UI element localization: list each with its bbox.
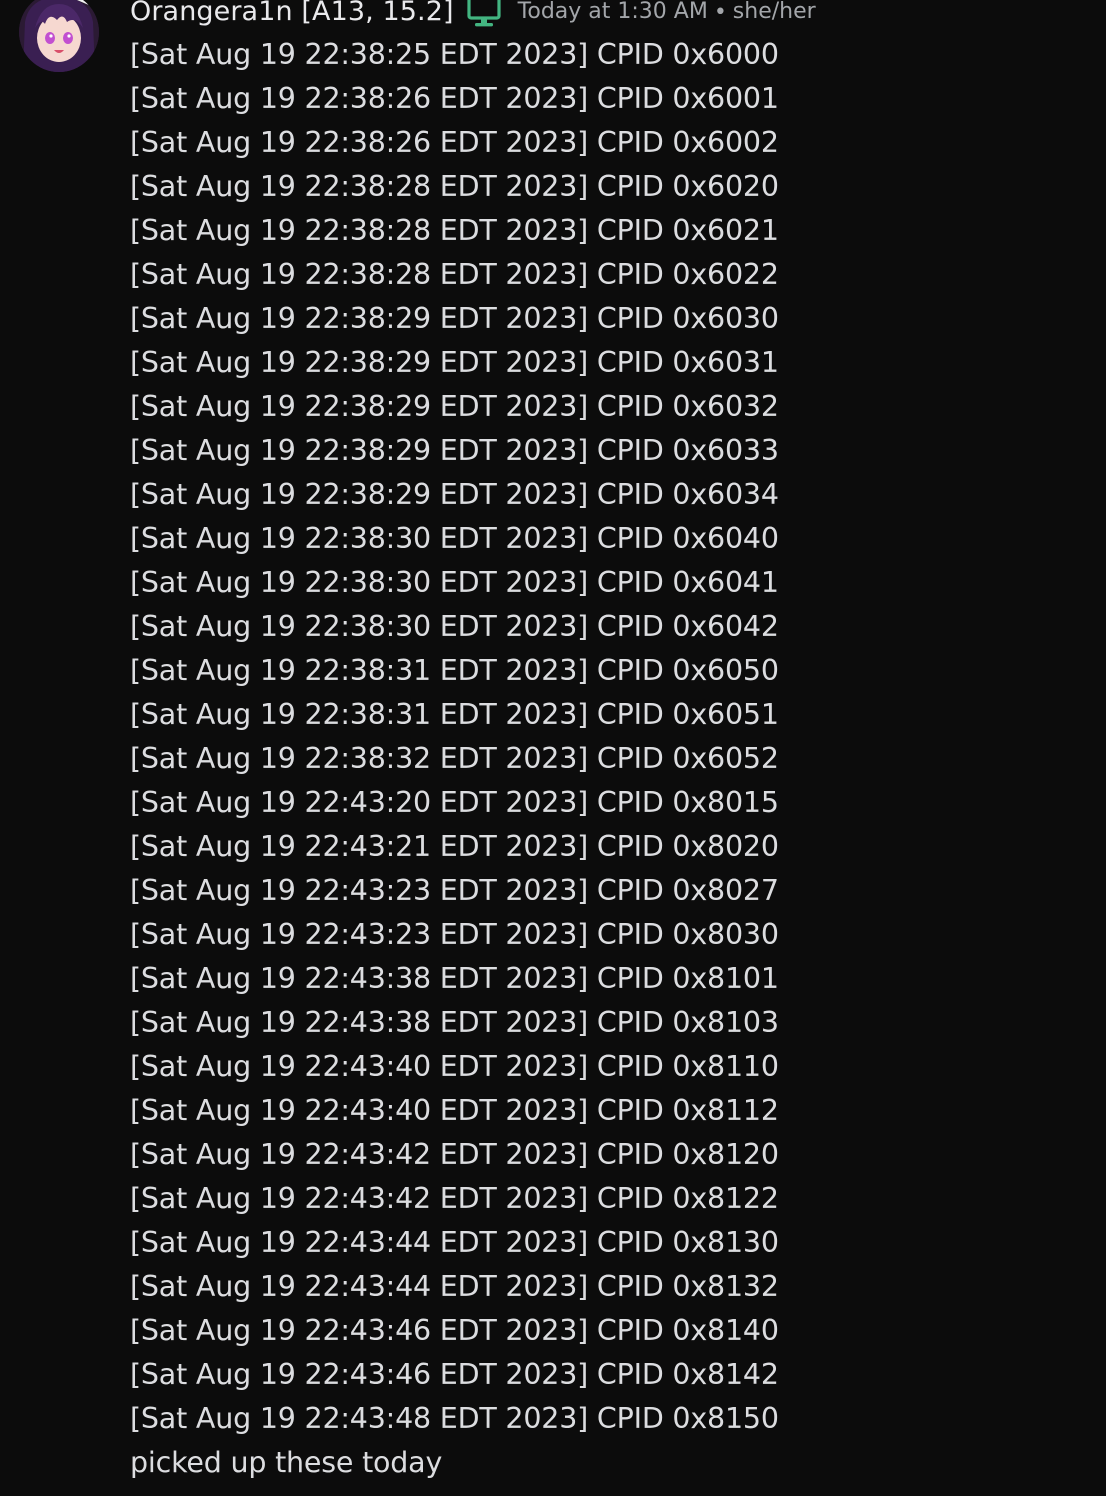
log-line: [Sat Aug 19 22:38:31 EDT 2023] CPID 0x60…	[130, 698, 779, 731]
chat-message: Orangera1n [A13, 15.2] Today at 1:30 AM …	[0, 0, 1106, 1496]
username[interactable]: Orangera1n [A13, 15.2]	[130, 0, 454, 32]
log-line: [Sat Aug 19 22:43:23 EDT 2023] CPID 0x80…	[130, 874, 779, 907]
log-line: [Sat Aug 19 22:38:29 EDT 2023] CPID 0x60…	[130, 346, 779, 379]
pronouns: she/her	[732, 0, 816, 24]
log-line: [Sat Aug 19 22:43:23 EDT 2023] CPID 0x80…	[130, 918, 779, 951]
message-content: [Sat Aug 19 22:38:25 EDT 2023] CPID 0x60…	[130, 33, 1090, 1485]
log-line: [Sat Aug 19 22:43:44 EDT 2023] CPID 0x81…	[130, 1226, 779, 1259]
avatar[interactable]	[19, 0, 99, 72]
log-line: [Sat Aug 19 22:43:40 EDT 2023] CPID 0x81…	[130, 1050, 779, 1083]
log-line: [Sat Aug 19 22:38:28 EDT 2023] CPID 0x60…	[130, 170, 779, 203]
log-line: [Sat Aug 19 22:38:29 EDT 2023] CPID 0x60…	[130, 478, 779, 511]
anime-avatar-icon	[19, 0, 99, 72]
log-line: [Sat Aug 19 22:43:20 EDT 2023] CPID 0x80…	[130, 786, 779, 819]
log-line: [Sat Aug 19 22:38:25 EDT 2023] CPID 0x60…	[130, 38, 779, 71]
message-caption: picked up these today	[130, 1446, 443, 1479]
log-line: [Sat Aug 19 22:43:40 EDT 2023] CPID 0x81…	[130, 1094, 779, 1127]
separator-dot: •	[713, 0, 727, 25]
log-lines: [Sat Aug 19 22:38:25 EDT 2023] CPID 0x60…	[130, 33, 1090, 1441]
log-line: [Sat Aug 19 22:43:42 EDT 2023] CPID 0x81…	[130, 1182, 779, 1215]
log-line: [Sat Aug 19 22:38:26 EDT 2023] CPID 0x60…	[130, 82, 779, 115]
log-line: [Sat Aug 19 22:38:32 EDT 2023] CPID 0x60…	[130, 742, 779, 775]
log-line: [Sat Aug 19 22:43:42 EDT 2023] CPID 0x81…	[130, 1138, 779, 1171]
log-line: [Sat Aug 19 22:38:30 EDT 2023] CPID 0x60…	[130, 566, 779, 599]
log-line: [Sat Aug 19 22:43:48 EDT 2023] CPID 0x81…	[130, 1402, 779, 1435]
log-line: [Sat Aug 19 22:38:30 EDT 2023] CPID 0x60…	[130, 522, 779, 555]
log-line: [Sat Aug 19 22:43:21 EDT 2023] CPID 0x80…	[130, 830, 779, 863]
log-line: [Sat Aug 19 22:38:29 EDT 2023] CPID 0x60…	[130, 390, 779, 423]
log-line: [Sat Aug 19 22:43:46 EDT 2023] CPID 0x81…	[130, 1314, 779, 1347]
log-line: [Sat Aug 19 22:38:30 EDT 2023] CPID 0x60…	[130, 610, 779, 643]
desktop-monitor-icon	[466, 0, 502, 29]
log-line: [Sat Aug 19 22:43:38 EDT 2023] CPID 0x81…	[130, 962, 779, 995]
log-line: [Sat Aug 19 22:38:29 EDT 2023] CPID 0x60…	[130, 302, 779, 335]
log-line: [Sat Aug 19 22:43:46 EDT 2023] CPID 0x81…	[130, 1358, 779, 1391]
log-line: [Sat Aug 19 22:38:29 EDT 2023] CPID 0x60…	[130, 434, 779, 467]
message-header: Orangera1n [A13, 15.2] Today at 1:30 AM …	[130, 0, 816, 32]
log-line: [Sat Aug 19 22:43:44 EDT 2023] CPID 0x81…	[130, 1270, 779, 1303]
log-line: [Sat Aug 19 22:38:31 EDT 2023] CPID 0x60…	[130, 654, 779, 687]
log-line: [Sat Aug 19 22:43:38 EDT 2023] CPID 0x81…	[130, 1006, 779, 1039]
log-line: [Sat Aug 19 22:38:28 EDT 2023] CPID 0x60…	[130, 258, 779, 291]
message-timestamp[interactable]: Today at 1:30 AM	[518, 0, 708, 32]
log-line: [Sat Aug 19 22:38:28 EDT 2023] CPID 0x60…	[130, 214, 779, 247]
log-line: [Sat Aug 19 22:38:26 EDT 2023] CPID 0x60…	[130, 126, 779, 159]
